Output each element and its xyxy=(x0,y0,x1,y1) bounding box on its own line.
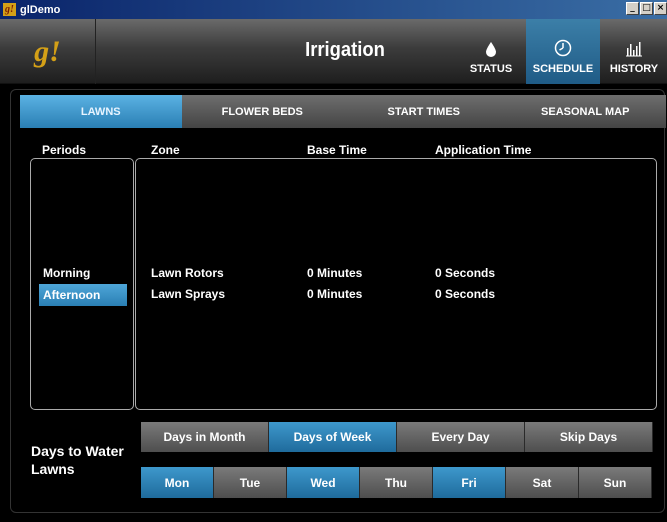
day-wed-toggle[interactable]: Wed xyxy=(287,467,360,498)
mode-days-in-month-button[interactable]: Days in Month xyxy=(141,422,269,452)
table-row[interactable]: Lawn Rotors 0 Minutes 0 Seconds xyxy=(136,264,656,284)
mode-skip-days-button[interactable]: Skip Days xyxy=(525,422,653,452)
tab-seasonal-map[interactable]: SEASONAL MAP xyxy=(505,95,667,128)
base-time-header: Base Time xyxy=(307,143,367,157)
period-afternoon[interactable]: Afternoon xyxy=(39,284,127,306)
nav-schedule-button[interactable]: SCHEDULE xyxy=(526,19,600,84)
logo-text: g! xyxy=(34,34,61,68)
zone-base-time: 0 Minutes xyxy=(307,266,363,280)
table-row[interactable]: Lawn Sprays 0 Minutes 0 Seconds xyxy=(136,285,656,305)
tab-start-times[interactable]: START TIMES xyxy=(343,95,505,128)
water-drop-icon xyxy=(486,42,496,57)
mode-every-day-button[interactable]: Every Day xyxy=(397,422,525,452)
zone-application-time: 0 Seconds xyxy=(435,287,496,301)
day-mon-toggle[interactable]: Mon xyxy=(141,467,214,498)
nav-history-button[interactable]: HISTORY xyxy=(601,19,667,84)
logo: g! xyxy=(0,19,96,84)
period-morning[interactable]: Morning xyxy=(39,262,127,284)
zones-table: Lawn Rotors 0 Minutes 0 Seconds Lawn Spr… xyxy=(135,158,657,410)
watering-mode-selector: Days in Month Days of Week Every Day Ski… xyxy=(141,422,653,452)
maximize-button[interactable]: □ xyxy=(640,2,653,15)
days-to-water-label: Days to Water Lawns xyxy=(31,442,136,478)
days-to-water-label-line1: Days to Water xyxy=(31,443,124,459)
clock-icon xyxy=(554,39,572,57)
days-to-water-label-line2: Lawns xyxy=(31,461,75,477)
periods-list: Morning Afternoon xyxy=(30,158,134,410)
nav-status-label: STATUS xyxy=(469,63,513,75)
window-titlebar: g! glDemo _ □ × xyxy=(0,0,667,19)
periods-header: Periods xyxy=(42,143,87,157)
day-thu-toggle[interactable]: Thu xyxy=(360,467,433,498)
app-icon: g! xyxy=(3,3,16,16)
minimize-button[interactable]: _ xyxy=(626,2,639,15)
day-sun-toggle[interactable]: Sun xyxy=(579,467,652,498)
nav-status-button[interactable]: STATUS xyxy=(456,19,526,84)
day-sat-toggle[interactable]: Sat xyxy=(506,467,579,498)
close-button[interactable]: × xyxy=(654,2,667,15)
zone-header: Zone xyxy=(151,143,180,157)
weekday-selector: Mon Tue Wed Thu Fri Sat Sun xyxy=(141,467,652,498)
zone-name: Lawn Sprays xyxy=(151,287,226,301)
application-time-header: Application Time xyxy=(435,143,532,157)
nav-history-label: HISTORY xyxy=(609,63,659,75)
zone-application-time: 0 Seconds xyxy=(435,266,496,280)
page-title: Irrigation xyxy=(305,39,385,61)
zone-name: Lawn Rotors xyxy=(151,266,224,280)
tab-flower-beds[interactable]: FLOWER BEDS xyxy=(182,95,344,128)
day-tue-toggle[interactable]: Tue xyxy=(214,467,287,498)
mode-days-of-week-button[interactable]: Days of Week xyxy=(269,422,397,452)
bar-chart-icon xyxy=(626,42,642,57)
window-title: glDemo xyxy=(20,3,61,16)
window-controls: _ □ × xyxy=(625,2,667,15)
tab-bar: LAWNS FLOWER BEDS START TIMES SEASONAL M… xyxy=(20,95,666,128)
tab-lawns[interactable]: LAWNS xyxy=(20,95,182,128)
nav-schedule-label: SCHEDULE xyxy=(532,63,594,75)
zone-base-time: 0 Minutes xyxy=(307,287,363,301)
day-fri-toggle[interactable]: Fri xyxy=(433,467,506,498)
app-header: g! Irrigation STATUS SCHEDULE HISTORY xyxy=(0,19,667,84)
